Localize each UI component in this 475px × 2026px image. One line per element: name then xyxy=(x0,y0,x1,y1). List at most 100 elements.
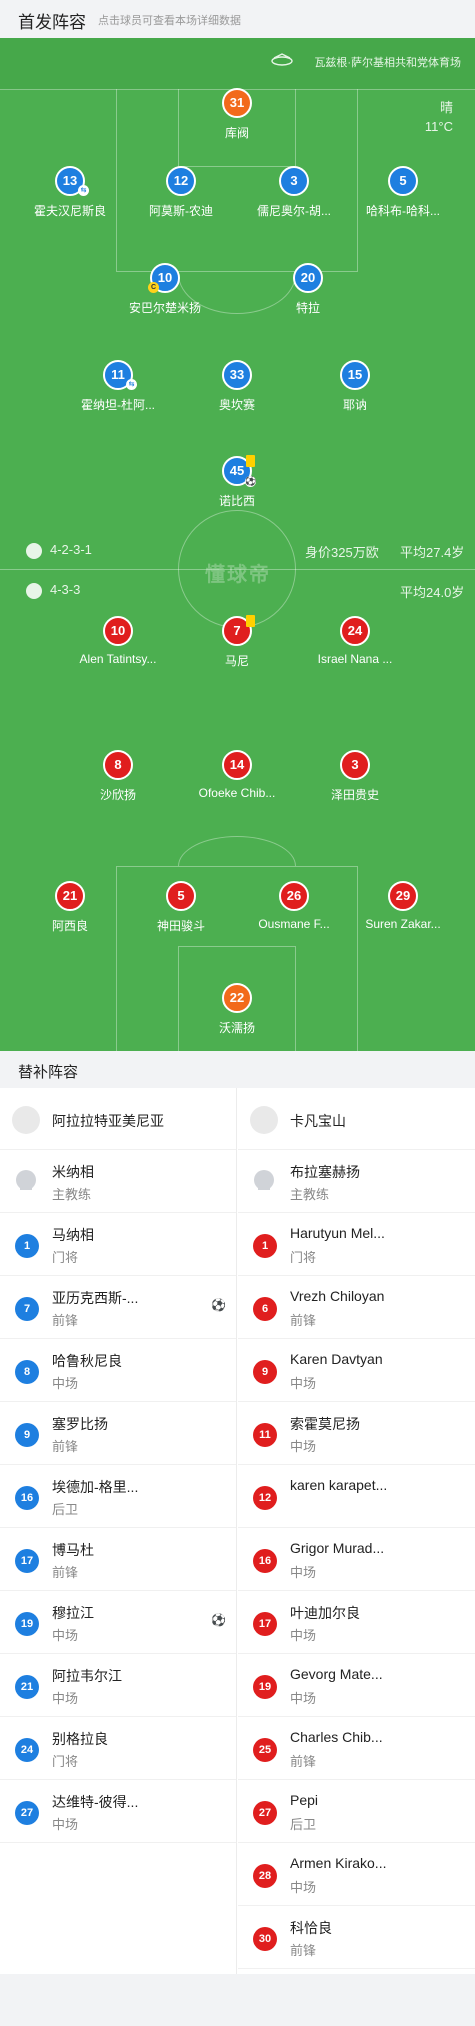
player-away[interactable]: 26 Ousmane F... xyxy=(239,881,349,931)
sub-player-position: 门将 xyxy=(52,1754,79,1769)
player-away-gk[interactable]: 22 沃濡扬 xyxy=(182,983,292,1036)
player-home[interactable]: 11 ⇆ 霍纳坦-杜阿... xyxy=(63,360,173,413)
sub-player-row[interactable]: 7 亚历克西斯-... 前锋 ⚽ xyxy=(0,1276,236,1339)
player-number: 24 xyxy=(340,616,370,646)
player-away[interactable]: 3 泽田贵史 xyxy=(300,750,410,803)
sub-player-row[interactable]: 16 埃德加-格里... 后卫 xyxy=(0,1465,236,1528)
player-number: 21 xyxy=(55,881,85,911)
sub-player-number: 17 xyxy=(15,1549,39,1573)
sub-player-row[interactable]: 9 塞罗比扬 前锋 xyxy=(0,1402,236,1465)
player-home-gk[interactable]: 31 库阀 xyxy=(182,88,292,141)
player-number: 13 ⇆ xyxy=(55,166,89,196)
player-away[interactable]: 14 Ofoeke Chib... xyxy=(182,750,292,800)
sub-player-row[interactable]: 9 Karen Davtyan 中场 xyxy=(238,1339,475,1402)
sub-player-row[interactable]: 28 Armen Kirako... 中场 xyxy=(238,1843,475,1906)
player-away[interactable]: 8 沙欣扬 xyxy=(63,750,173,803)
coach-name: 布拉塞赫扬 xyxy=(290,1164,360,1180)
sub-player-row[interactable]: 1 马纳相门将 xyxy=(0,1213,236,1276)
player-name: 哈科布-哈科... xyxy=(366,204,440,218)
coach-role: 主教练 xyxy=(290,1187,330,1202)
weather-temperature: 11°C xyxy=(424,119,453,134)
coach-row[interactable]: 米纳相 主教练 xyxy=(0,1150,236,1213)
player-name: 沙欣扬 xyxy=(99,788,136,802)
player-name: 神田骏斗 xyxy=(156,919,205,933)
sub-player-row[interactable]: 8 哈鲁秋尼良 中场 xyxy=(0,1339,236,1402)
sub-player-position: 前锋 xyxy=(52,1313,79,1328)
sub-player-row[interactable]: 11 索霍莫尼扬 中场 xyxy=(238,1402,475,1465)
sub-player-name: 别格拉良 xyxy=(52,1731,108,1747)
sub-player-number: 1 xyxy=(15,1234,39,1258)
sub-player-row[interactable]: 24 别格拉良 门将 xyxy=(0,1717,236,1780)
sub-player-name: 索霍莫尼扬 xyxy=(290,1416,360,1432)
sub-player-row[interactable]: 17 博马杜 前锋 xyxy=(0,1528,236,1591)
person-icon xyxy=(16,1170,36,1190)
pitch: 瓦兹根·萨尔基相共和党体育场 晴 11°C 31 库阀 13 ⇆ 霍夫汉尼斯良 1… xyxy=(0,38,475,1051)
coach-row[interactable]: 布拉塞赫扬 主教练 xyxy=(238,1150,475,1213)
home-avg-age: 平均27.4岁 xyxy=(400,545,465,560)
player-home[interactable]: 10 C 安巴尔楚米扬 xyxy=(110,263,220,316)
player-name: 库阀 xyxy=(224,126,249,140)
watermark: 懂球帝 xyxy=(205,564,271,586)
home-team-icon xyxy=(26,542,42,559)
sub-player-number: 19 xyxy=(253,1675,277,1699)
player-number: 14 xyxy=(222,750,252,780)
sub-player-position: 中场 xyxy=(52,1376,79,1391)
player-home[interactable]: 45 ⚽ 诺比西 xyxy=(182,455,292,509)
player-away[interactable]: 21 阿西良 xyxy=(15,881,125,934)
sub-player-row[interactable]: 19 Gevorg Mate... 中场 xyxy=(238,1654,475,1717)
player-number: 26 xyxy=(279,881,309,911)
home-formation: 4-2-3-1 xyxy=(26,542,92,559)
sub-player-row[interactable]: 16 Grigor Murad... 中场 xyxy=(238,1528,475,1591)
sub-player-name: 叶迪加尔良 xyxy=(290,1605,360,1621)
page-title: 首发阵容 xyxy=(18,13,86,32)
sub-player-row[interactable]: 21 阿拉韦尔江 中场 xyxy=(0,1654,236,1717)
player-number: 5 xyxy=(388,166,418,196)
sub-player-row[interactable]: 19 穆拉江 中场 ⚽ xyxy=(0,1591,236,1654)
sub-player-row[interactable]: 25 Charles Chib... 前锋 xyxy=(238,1717,475,1780)
player-home[interactable]: 3 儒尼奥尔-胡... xyxy=(239,166,349,219)
sub-player-row[interactable]: 6 Vrezh Chiloyan 前锋 xyxy=(238,1276,475,1339)
player-away[interactable]: 29 Suren Zakar... xyxy=(348,881,458,931)
sub-player-row[interactable]: 27 达维特-彼得... 中场 xyxy=(0,1780,236,1843)
player-name: Ofoeke Chib... xyxy=(198,786,276,800)
weather-condition: 晴 xyxy=(439,100,453,115)
player-home[interactable]: 13 ⇆ 霍夫汉尼斯良 xyxy=(15,166,125,219)
player-away[interactable]: 24 Israel Nana ... xyxy=(300,616,410,666)
sub-player-name: 穆拉江 xyxy=(52,1605,94,1621)
player-away[interactable]: 7 马尼 xyxy=(182,615,292,669)
sub-player-row[interactable]: 17 叶迪加尔良 中场 xyxy=(238,1591,475,1654)
sub-player-number: 16 xyxy=(15,1486,39,1510)
sub-player-name: 马纳相 xyxy=(52,1227,94,1243)
stadium-icon xyxy=(271,53,293,66)
sub-player-name: 阿拉韦尔江 xyxy=(52,1668,122,1684)
sub-player-row[interactable]: 12 karen karapet... xyxy=(238,1465,475,1528)
player-number: 10 xyxy=(103,616,133,646)
player-home[interactable]: 33 奥坎赛 xyxy=(182,360,292,413)
goal-ball-icon: ⚽ xyxy=(211,1298,226,1312)
player-home[interactable]: 5 哈科布-哈科... xyxy=(348,166,458,219)
sub-player-number: 28 xyxy=(253,1864,277,1888)
player-name: 霍纳坦-杜阿... xyxy=(81,398,155,412)
sub-player-number: 12 xyxy=(253,1486,277,1510)
player-number: 33 xyxy=(222,360,252,390)
sub-player-position: 中场 xyxy=(290,1880,317,1895)
sub-player-row[interactable]: 27 Pepi 后卫 xyxy=(238,1780,475,1843)
sub-player-name: Karen Davtyan xyxy=(290,1351,383,1367)
player-away[interactable]: 5 神田骏斗 xyxy=(126,881,236,934)
player-number: 45 ⚽ xyxy=(222,455,256,487)
player-away[interactable]: 10 Alen Tatintsy... xyxy=(63,616,173,666)
player-number: 3 xyxy=(279,166,309,196)
player-home[interactable]: 15 耶讷 xyxy=(300,360,410,413)
sub-player-position: 门将 xyxy=(52,1250,79,1265)
player-name: 特拉 xyxy=(295,301,320,315)
sub-player-row[interactable]: 30 科恰良 前锋 xyxy=(238,1906,475,1969)
player-home[interactable]: 12 阿莫斯-农迪 xyxy=(126,166,236,219)
sub-player-name: Gevorg Mate... xyxy=(290,1666,383,1682)
sub-player-row[interactable]: 1 Harutyun Mel... 门将 xyxy=(238,1213,475,1276)
player-home[interactable]: 20 特拉 xyxy=(253,263,363,316)
sub-player-position: 中场 xyxy=(290,1628,317,1643)
weather: 晴 11°C xyxy=(425,98,453,136)
captain-icon: C xyxy=(148,282,159,293)
player-name: Ousmane F... xyxy=(258,917,330,931)
sub-player-name: 博马杜 xyxy=(52,1542,94,1558)
